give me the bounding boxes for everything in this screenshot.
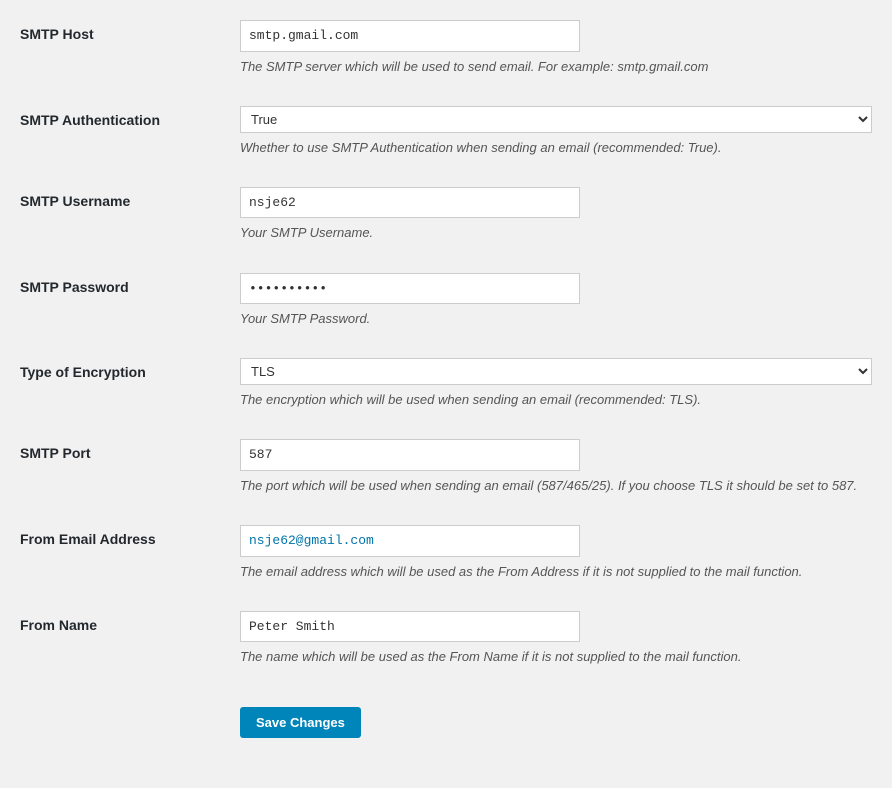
smtp-auth-control: True False Whether to use SMTP Authentic…	[240, 106, 872, 157]
smtp-password-row: SMTP Password Your SMTP Password.	[20, 273, 872, 339]
smtp-host-label: SMTP Host	[20, 20, 240, 42]
from-name-control: The name which will be used as the From …	[240, 611, 872, 667]
encryption-label: Type of Encryption	[20, 358, 240, 380]
smtp-port-input[interactable]	[240, 439, 580, 471]
smtp-port-description: The port which will be used when sending…	[240, 477, 872, 495]
from-name-description: The name which will be used as the From …	[240, 648, 872, 666]
smtp-auth-description: Whether to use SMTP Authentication when …	[240, 139, 872, 157]
smtp-host-control: The SMTP server which will be used to se…	[240, 20, 872, 76]
smtp-port-row: SMTP Port The port which will be used wh…	[20, 439, 872, 505]
encryption-row: Type of Encryption TLS SSL None The encr…	[20, 358, 872, 419]
smtp-port-control: The port which will be used when sending…	[240, 439, 872, 495]
smtp-auth-select[interactable]: True False	[240, 106, 872, 133]
save-row: Save Changes	[20, 697, 872, 748]
from-email-control: The email address which will be used as …	[240, 525, 872, 581]
from-email-description: The email address which will be used as …	[240, 563, 872, 581]
from-email-row: From Email Address The email address whi…	[20, 525, 872, 591]
from-name-row: From Name The name which will be used as…	[20, 611, 872, 677]
smtp-port-label: SMTP Port	[20, 439, 240, 461]
encryption-select[interactable]: TLS SSL None	[240, 358, 872, 385]
smtp-password-label: SMTP Password	[20, 273, 240, 295]
smtp-username-description: Your SMTP Username.	[240, 224, 872, 242]
from-name-label: From Name	[20, 611, 240, 633]
smtp-username-control: Your SMTP Username.	[240, 187, 872, 243]
smtp-password-description: Your SMTP Password.	[240, 310, 872, 328]
encryption-description: The encryption which will be used when s…	[240, 391, 872, 409]
smtp-password-control: Your SMTP Password.	[240, 273, 872, 329]
smtp-host-row: SMTP Host The SMTP server which will be …	[20, 20, 872, 86]
save-changes-button[interactable]: Save Changes	[240, 707, 361, 738]
from-name-input[interactable]	[240, 611, 580, 643]
from-email-label: From Email Address	[20, 525, 240, 547]
settings-form: SMTP Host The SMTP server which will be …	[20, 20, 872, 748]
smtp-password-input[interactable]	[240, 273, 580, 305]
smtp-host-description: The SMTP server which will be used to se…	[240, 58, 872, 76]
smtp-username-row: SMTP Username Your SMTP Username.	[20, 187, 872, 253]
from-email-input[interactable]	[240, 525, 580, 557]
smtp-username-label: SMTP Username	[20, 187, 240, 209]
smtp-auth-label: SMTP Authentication	[20, 106, 240, 128]
smtp-host-input[interactable]	[240, 20, 580, 52]
encryption-control: TLS SSL None The encryption which will b…	[240, 358, 872, 409]
smtp-username-input[interactable]	[240, 187, 580, 219]
smtp-auth-row: SMTP Authentication True False Whether t…	[20, 106, 872, 167]
